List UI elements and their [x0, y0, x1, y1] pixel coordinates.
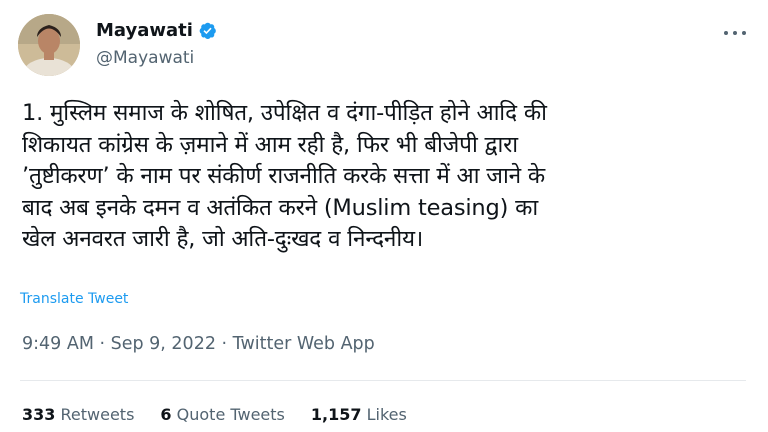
dot [724, 31, 728, 35]
divider [20, 380, 746, 381]
tweet-line: 1. मुस्लिम समाज के शोषित, उपेक्षित व दंग… [22, 100, 547, 126]
engagement-stats: 333 Retweets 6 Quote Tweets 1,157 Likes [22, 405, 433, 424]
author-name-row: Mayawati [96, 20, 217, 41]
quote-tweets-stat[interactable]: 6 Quote Tweets [160, 405, 284, 424]
tweet-line: शिकायत कांग्रेस के ज़माने में आम रही है,… [22, 131, 518, 158]
avatar[interactable] [18, 14, 80, 76]
dot [742, 31, 746, 35]
translate-tweet-link[interactable]: Translate Tweet [20, 291, 128, 307]
tweet-line: ’तुष्टीकरण’ के नाम पर संकीर्ण राजनीति कर… [22, 163, 545, 189]
likes-stat[interactable]: 1,157 Likes [311, 405, 407, 424]
more-options-icon[interactable] [724, 26, 746, 40]
tweet-line: खेल अनवरत जारी है, जो अति-दुःखद व निन्दन… [22, 226, 424, 252]
quote-tweets-label: Quote Tweets [176, 405, 285, 424]
retweets-count: 333 [22, 405, 56, 424]
avatar-image [18, 14, 80, 76]
retweets-label: Retweets [60, 405, 135, 424]
likes-count: 1,157 [310, 405, 362, 424]
verified-badge-icon [198, 21, 217, 40]
user-handle[interactable]: @Mayawati [96, 48, 194, 68]
retweets-stat[interactable]: 333 Retweets [22, 405, 134, 424]
tweet-timestamp[interactable]: 9:49 AM · Sep 9, 2022 · Twitter Web App [22, 334, 375, 354]
quote-tweets-count: 6 [160, 405, 172, 424]
tweet-line: बाद अब इनके दमन व अतंकित करने (Muslim te… [22, 194, 539, 221]
tweet-text: 1. मुस्लिम समाज के शोषित, उपेक्षित व दंग… [22, 98, 752, 256]
dot [733, 31, 737, 35]
display-name[interactable]: Mayawati [96, 20, 193, 41]
likes-label: Likes [366, 405, 407, 424]
